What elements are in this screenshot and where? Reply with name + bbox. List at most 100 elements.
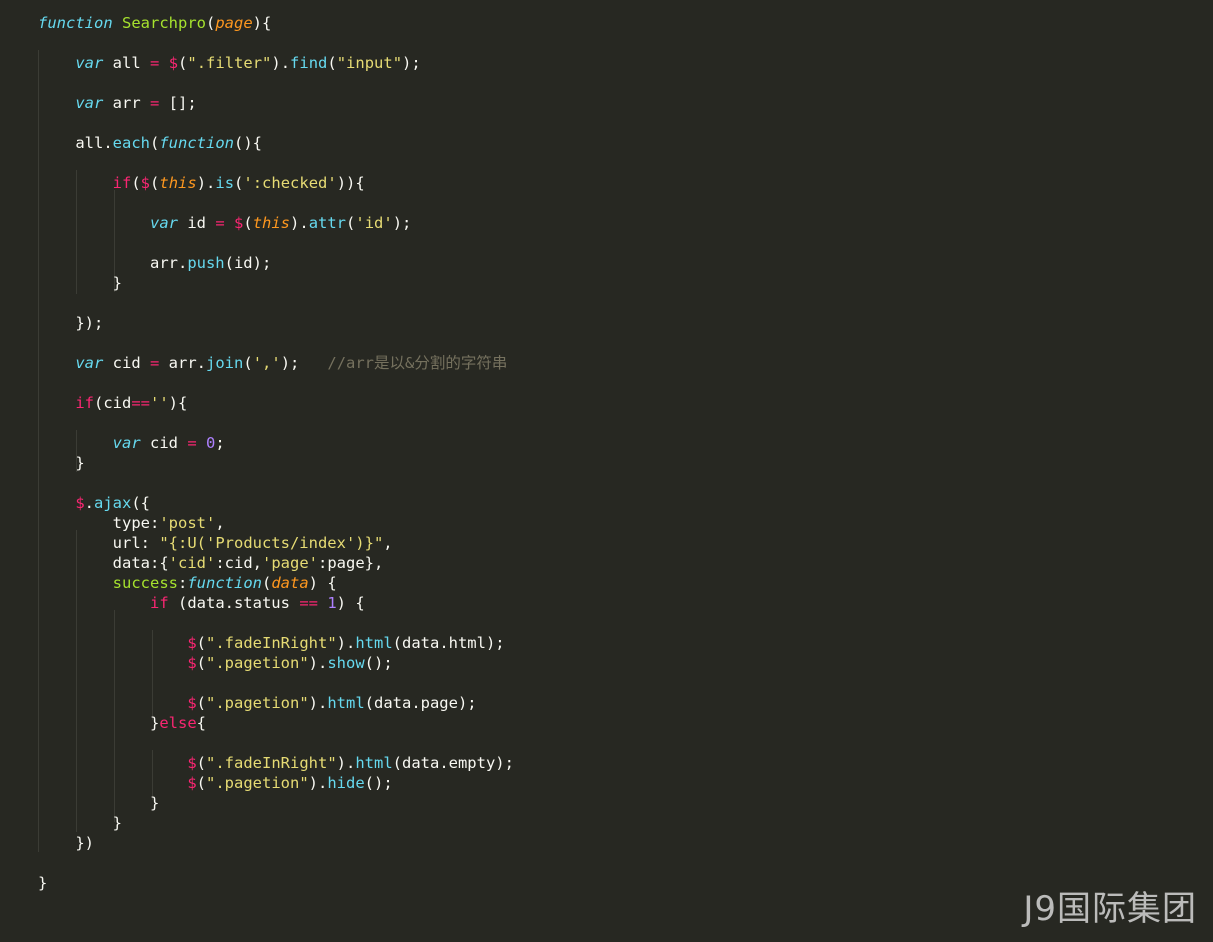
code-token: 'post' <box>159 514 216 532</box>
code-line: $(".pagetion").html(data.page); <box>38 693 514 713</box>
code-line: }) <box>38 833 514 853</box>
code-token: } <box>38 874 48 892</box>
code-token: $ <box>140 174 151 192</box>
code-token: all <box>103 54 150 72</box>
code-token: ( <box>206 14 216 32</box>
code-token: '' <box>150 394 169 412</box>
code-line: type:'post', <box>38 513 514 533</box>
code-token: html <box>355 754 393 772</box>
code-line: success:function(data) { <box>38 573 514 593</box>
code-line: arr.push(id); <box>38 253 514 273</box>
code-token: arr. <box>38 254 188 272</box>
code-line: }); <box>38 313 514 333</box>
code-token: Searchpro <box>122 14 206 32</box>
code-token: = <box>215 214 225 232</box>
code-token: $ <box>187 774 197 792</box>
code-token: ). <box>271 54 291 72</box>
code-token: ) { <box>336 594 365 612</box>
code-token: var <box>112 434 141 452</box>
code-editor[interactable]: function Searchpro(page){ var all = $(".… <box>0 0 1213 942</box>
code-line: $(".fadeInRight").html(data.empty); <box>38 753 514 773</box>
code-token: if <box>75 394 94 412</box>
code-token: "{:U('Products/index')}" <box>159 534 384 552</box>
code-token: } <box>38 454 85 472</box>
code-token: }) <box>38 834 94 852</box>
code-token: []; <box>159 94 197 112</box>
code-line: } <box>38 873 514 893</box>
code-token: arr <box>103 94 150 112</box>
code-token: (data.empty); <box>392 754 514 772</box>
code-token: this <box>159 174 197 192</box>
code-token: var <box>149 214 178 232</box>
code-token: "input" <box>336 54 403 72</box>
code-token: 1 <box>327 594 337 612</box>
code-token: (); <box>364 654 393 672</box>
code-token: } <box>38 794 160 812</box>
code-token: = <box>150 354 160 372</box>
code-token: 0 <box>206 434 216 452</box>
code-token: ( <box>196 774 206 792</box>
code-token: url: <box>38 534 160 552</box>
code-token: ) { <box>308 574 337 592</box>
code-token: else <box>159 714 197 732</box>
code-line: $(".pagetion").hide(); <box>38 773 514 793</box>
code-token: ".pagetion" <box>206 774 309 792</box>
code-token: ( <box>261 574 272 592</box>
code-token: data:{ <box>38 554 169 572</box>
code-token: ( <box>149 134 160 152</box>
code-line: } <box>38 813 514 833</box>
code-token: (cid <box>94 394 132 412</box>
code-token: join <box>206 354 244 372</box>
code-token: var <box>75 354 104 372</box>
code-token: success <box>112 574 178 592</box>
code-token: data <box>271 574 309 592</box>
code-token: ".fadeInRight" <box>206 754 337 772</box>
code-line: } <box>38 453 514 473</box>
code-token: $ <box>187 634 197 652</box>
code-token: html <box>355 634 393 652</box>
code-token: all. <box>38 134 113 152</box>
code-token: . <box>84 494 95 512</box>
code-token: $ <box>234 214 244 232</box>
code-token: type: <box>38 514 160 532</box>
code-token: { <box>355 174 365 192</box>
code-line: var arr = []; <box>38 93 514 113</box>
code-token: hide <box>327 774 365 792</box>
code-area[interactable]: function Searchpro(page){ var all = $(".… <box>38 13 514 893</box>
code-token: ( <box>131 174 141 192</box>
code-line: var cid = arr.join(','); //arr是以&分割的字符串 <box>38 353 514 373</box>
code-token: ){ <box>168 394 188 412</box>
code-line: data:{'cid':cid,'page':page}, <box>38 553 514 573</box>
code-token: cid <box>103 354 150 372</box>
code-line: var all = $(".filter").find("input"); <box>38 53 514 73</box>
code-token: ). <box>308 774 328 792</box>
code-line: url: "{:U('Products/index')}", <box>38 533 514 553</box>
code-token: (); <box>364 774 393 792</box>
code-token: ). <box>290 214 309 232</box>
code-token: = <box>150 94 160 112</box>
code-token: :page}, <box>318 554 384 572</box>
code-token: (data.html); <box>392 634 505 652</box>
code-token: (){ <box>233 134 262 152</box>
code-token: ); <box>280 354 328 372</box>
code-token: = <box>187 434 197 452</box>
code-line: }else{ <box>38 713 514 733</box>
code-token: ".filter" <box>187 54 272 72</box>
code-token: ( <box>346 214 356 232</box>
code-token: ':checked' <box>243 174 337 192</box>
code-line: if (data.status == 1) { <box>38 593 514 613</box>
